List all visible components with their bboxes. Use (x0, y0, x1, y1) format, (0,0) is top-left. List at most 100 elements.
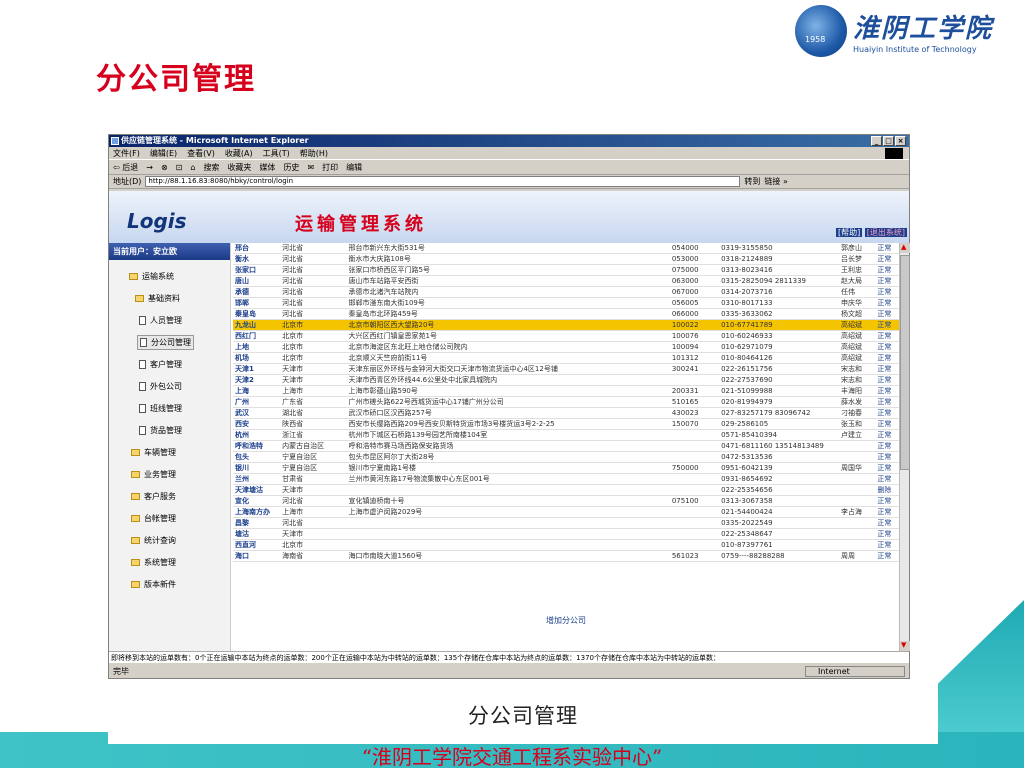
table-cell[interactable]: 正常 (875, 330, 899, 342)
menu-sysadmin[interactable]: 系统管理 (131, 557, 176, 568)
menu-goods[interactable]: 货品管理 (139, 425, 182, 436)
table-row[interactable]: 张家口 河北省 张家口市桥西区平门路5号 075000 0313-8023416 王利忠正… (233, 264, 899, 276)
toolbar-button-4[interactable]: ⌂ (190, 163, 195, 172)
table-row[interactable]: 上地 北京市 北京市海淀区东北旺上地仓储公司院内 100094 010-62971079… (233, 341, 899, 353)
toolbar-button-11[interactable]: 编辑 (346, 162, 362, 173)
address-input[interactable]: http://88.1.16.83:8080/hbky/control/logi… (145, 176, 741, 187)
table-row[interactable]: 九龙山 北京市 北京市朝阳区西大望路20号 100022 010-67741789 高绍斌… (233, 319, 899, 331)
table-cell[interactable]: 正常 (875, 429, 899, 441)
table-cell[interactable]: 天津2 (233, 374, 281, 386)
menu-5[interactable]: 帮助(H) (300, 147, 328, 159)
table-row[interactable]: 广州 广东省 广州市槎头路622号西城货运中心17铺广州分公司 510165 020-8… (233, 396, 899, 408)
scroll-thumb[interactable] (900, 255, 910, 470)
table-cell[interactable]: 海口 (233, 550, 281, 562)
menu-vehicle[interactable]: 车辆管理 (131, 447, 176, 458)
menu-finance[interactable]: 台帐管理 (131, 513, 176, 524)
table-cell[interactable]: 正常 (875, 539, 899, 551)
table-cell[interactable]: 正常 (875, 352, 899, 364)
table-cell[interactable]: 邢台 (233, 243, 281, 254)
scroll-down-icon[interactable] (900, 641, 910, 651)
table-row[interactable]: 宣化 河北省 宣化镇迪桥南十号 075100 0313-3067358 正常 (233, 495, 899, 507)
table-cell[interactable]: 正常 (875, 297, 899, 309)
table-row[interactable]: 塘沽 天津市 022-25348647 正常 (233, 528, 899, 540)
table-cell[interactable]: 包头 (233, 451, 281, 463)
toolbar-button-0[interactable]: ⇦ 后退 (113, 162, 138, 173)
toolbar-button-1[interactable]: → (146, 163, 153, 172)
toolbar-button-2[interactable]: ⊗ (161, 163, 168, 172)
table-cell[interactable]: 西直河 (233, 539, 281, 551)
toolbar-button-9[interactable]: ✉ (307, 163, 314, 172)
exit-link[interactable]: [退出系统] (864, 228, 907, 237)
table-cell[interactable]: 西安 (233, 418, 281, 430)
table-cell[interactable]: 兰州 (233, 473, 281, 485)
menu-3[interactable]: 收藏(A) (225, 147, 253, 159)
table-row[interactable]: 承德 河北省 承德市北诸汽车站院内 067000 0314-2073716 任伟 正常 (233, 286, 899, 298)
menu-1[interactable]: 编辑(E) (150, 147, 177, 159)
toolbar-button-5[interactable]: 搜索 (203, 162, 219, 173)
table-row[interactable]: 杭州 浙江省 杭州市下城区石桥路139号园艺所南楼104室 0571-85410394… (233, 429, 899, 441)
table-row[interactable]: 唐山 河北省 唐山市车站路平安西街 063000 0315-2825094 281133… (233, 275, 899, 287)
menu-0[interactable]: 文件(F) (113, 147, 140, 159)
table-row[interactable]: 天津塘沽 天津市 022-25354656 删除 (233, 484, 899, 496)
table-cell[interactable]: 正常 (875, 264, 899, 276)
vertical-scrollbar[interactable] (899, 243, 910, 651)
table-row[interactable]: 昌黎 河北省 0335-2022549 正常 (233, 517, 899, 529)
close-icon[interactable]: × (895, 136, 906, 146)
table-row[interactable]: 西安 陕西省 西安市长缨路西路209号西安贝斯特货运市场3号楼货运3号2-2-25 1… (233, 418, 899, 430)
table-cell[interactable]: 邯郸 (233, 297, 281, 309)
table-row[interactable]: 海口 海南省 海口市南晓大道1560号 561023 0759----88288288 周… (233, 550, 899, 562)
table-cell[interactable]: 上海 (233, 385, 281, 397)
menu-stats[interactable]: 统计查询 (131, 535, 176, 546)
table-row[interactable]: 兰州 甘肃省 兰州市黄河东路17号物流集散中心东区001号 0931-8654692 正… (233, 473, 899, 485)
table-row[interactable]: 银川 宁夏自治区 银川市宁夏南路1号楼 750000 0951-6042139 周国华 正常 (233, 462, 899, 474)
table-row[interactable]: 武汉 湖北省 武汉市硚口区汉西路257号 430023 027-83257179 830… (233, 407, 899, 419)
menu-2[interactable]: 查看(V) (187, 147, 215, 159)
toolbar-button-6[interactable]: 收藏夹 (227, 162, 251, 173)
add-branch-link[interactable]: 增加分公司 (233, 615, 899, 626)
table-row[interactable]: 包头 宁夏自治区 包头市昆区阿尔丁大街28号 0472-5313536 正常 (233, 451, 899, 463)
table-cell[interactable]: 秦皇岛 (233, 308, 281, 320)
table-cell[interactable]: 上海南方办 (233, 506, 281, 518)
table-cell[interactable]: 呼和浩特 (233, 440, 281, 452)
table-cell[interactable]: 正常 (875, 308, 899, 320)
table-row[interactable]: 上海 上海市 上海市彰蕴山路590号 200331 021-51099988 丰海阳 正常 (233, 385, 899, 397)
table-cell[interactable]: 正常 (875, 243, 899, 254)
table-cell[interactable]: 正常 (875, 253, 899, 265)
table-cell[interactable]: 银川 (233, 462, 281, 474)
toolbar-button-8[interactable]: 历史 (283, 162, 299, 173)
table-cell[interactable]: 正常 (875, 407, 899, 419)
table-cell[interactable]: 塘沽 (233, 528, 281, 540)
menu-route[interactable]: 班线管理 (139, 403, 182, 414)
table-row[interactable]: 衡水 河北省 衡水市大庆路108号 053000 0318-2124889 吕长梦 正常 (233, 253, 899, 265)
table-cell[interactable]: 正常 (875, 506, 899, 518)
table-row[interactable]: 邯郸 河北省 邯郸市滏东南大街109号 056005 0310-8017133 申庆华 正常 (233, 297, 899, 309)
table-row[interactable]: 呼和浩特 内蒙古自治区 呼和浩特市赛马场西路保安路货场 0471-6811160 13… (233, 440, 899, 452)
maximize-icon[interactable]: □ (883, 136, 894, 146)
menu-updates[interactable]: 版本新件 (131, 579, 176, 590)
table-cell[interactable]: 广州 (233, 396, 281, 408)
scroll-up-icon[interactable] (900, 243, 910, 253)
menu-branch[interactable]: 分公司管理 (137, 335, 194, 350)
table-cell[interactable]: 正常 (875, 341, 899, 353)
table-cell[interactable]: 正常 (875, 528, 899, 540)
table-cell[interactable]: 正常 (875, 550, 899, 562)
table-cell[interactable]: 天津塘沽 (233, 484, 281, 496)
table-cell[interactable]: 昌黎 (233, 517, 281, 529)
table-cell[interactable]: 正常 (875, 473, 899, 485)
table-cell[interactable]: 正常 (875, 385, 899, 397)
toolbar-button-3[interactable]: ⊡ (176, 163, 183, 172)
table-cell[interactable]: 唐山 (233, 275, 281, 287)
menu-service[interactable]: 客户服务 (131, 491, 176, 502)
table-cell[interactable]: 正常 (875, 286, 899, 298)
table-row[interactable]: 上海南方办 上海市 上海市虚沪闵路2029号 021-54400424 李占海 正常 (233, 506, 899, 518)
toolbar-button-10[interactable]: 打印 (322, 162, 338, 173)
menu-staff[interactable]: 人员管理 (139, 315, 182, 326)
minimize-icon[interactable]: _ (871, 136, 882, 146)
table-row[interactable]: 机场 北京市 北京顺义天竺府前街11号 101312 010-80464126 高绍斌 正常 (233, 352, 899, 364)
table-row[interactable]: 邢台 河北省 邢台市新兴东大街531号 054000 0319-3155850 郭彦山 正常 (233, 243, 899, 254)
table-cell[interactable]: 宣化 (233, 495, 281, 507)
table-cell[interactable]: 上地 (233, 341, 281, 353)
table-cell[interactable]: 武汉 (233, 407, 281, 419)
table-row[interactable]: 西直河 北京市 010-87397761 正常 (233, 539, 899, 551)
table-cell[interactable]: 正常 (875, 451, 899, 463)
